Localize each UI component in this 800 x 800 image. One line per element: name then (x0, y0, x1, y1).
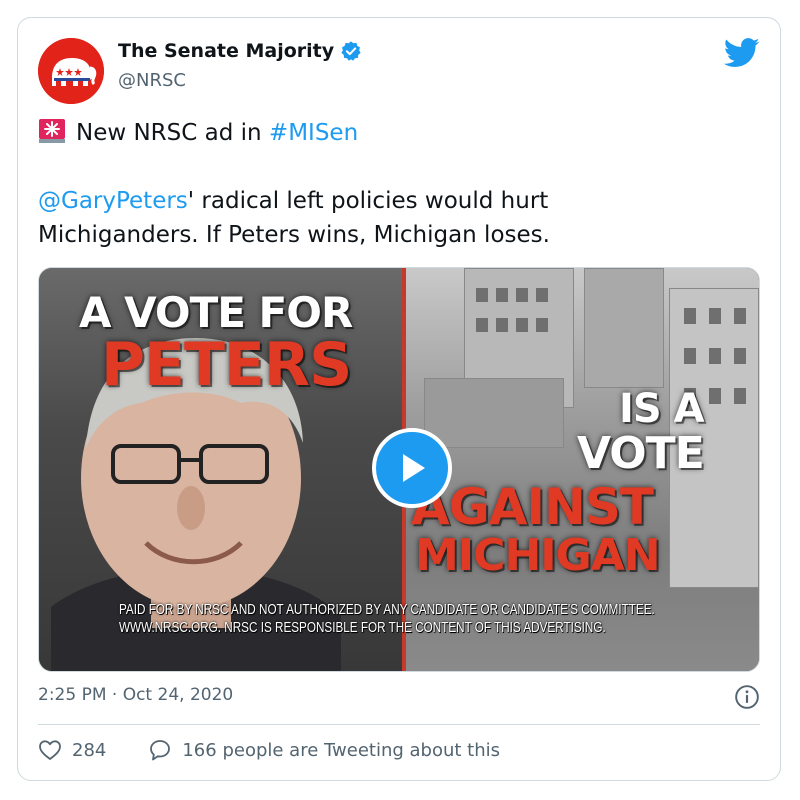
nrsc-elephant-logo-icon (38, 38, 104, 104)
ad-disclaimer-line-2: WWW.NRSC.ORG. NRSC IS RESPONSIBLE FOR TH… (119, 619, 606, 636)
ad-text-michigan: MICHIGAN (415, 530, 661, 581)
conversation-text: 166 people are Tweeting about this (182, 739, 501, 761)
conversation-button[interactable]: 166 people are Tweeting about this (148, 738, 500, 762)
mention-link[interactable]: @GaryPeters (38, 188, 188, 214)
divider (38, 724, 760, 725)
ad-text-peters: PETERS (101, 330, 352, 400)
play-icon (403, 454, 425, 482)
play-button[interactable] (372, 428, 452, 508)
tweet-line-1: New NRSC ad in #MISen (38, 116, 758, 150)
author-handle[interactable]: @NRSC (118, 70, 186, 91)
tweet-line-3: Michiganders. If Peters wins, Michigan l… (38, 222, 550, 248)
tweet-actions: 284 166 people are Tweeting about this (38, 738, 500, 762)
like-count: 284 (72, 739, 107, 761)
tweet-line-2: @GaryPeters' radical left policies would… (38, 184, 758, 218)
avatar[interactable] (38, 38, 104, 104)
heart-icon (39, 740, 61, 760)
tweet-text: New NRSC ad in #MISen @GaryPeters' radic… (38, 116, 758, 252)
ad-disclaimer-line-1: PAID FOR BY NRSC AND NOT AUTHORIZED BY A… (119, 601, 655, 618)
tweet-line-1-text: New NRSC ad in (76, 120, 269, 146)
twitter-bird-icon[interactable] (724, 38, 760, 68)
hashtag-link[interactable]: #MISen (269, 120, 358, 146)
ad-text-is-a: IS A (619, 386, 705, 432)
video-player[interactable]: A VOTE FOR PETERS IS A VOTE AGAINST MICH… (38, 267, 760, 672)
tweet-timestamp[interactable]: 2:25 PM · Oct 24, 2020 (38, 685, 233, 705)
ad-disclaimer: PAID FOR BY NRSC AND NOT AUTHORIZED BY A… (119, 601, 655, 637)
info-icon[interactable] (734, 684, 760, 710)
like-button[interactable]: 284 (38, 739, 106, 761)
verified-badge-icon (341, 41, 361, 61)
ad-text-vote: VOTE (577, 428, 705, 479)
tweet-card[interactable]: The Senate Majority @NRSC New NRSC ad in… (17, 17, 781, 781)
author-name-row[interactable]: The Senate Majority (118, 40, 362, 62)
reply-bubble-icon (150, 740, 171, 761)
tweet-body-text: ' radical left policies would hurt (187, 188, 549, 214)
rotating-light-icon (39, 119, 65, 143)
author-display-name[interactable]: The Senate Majority (118, 40, 334, 62)
